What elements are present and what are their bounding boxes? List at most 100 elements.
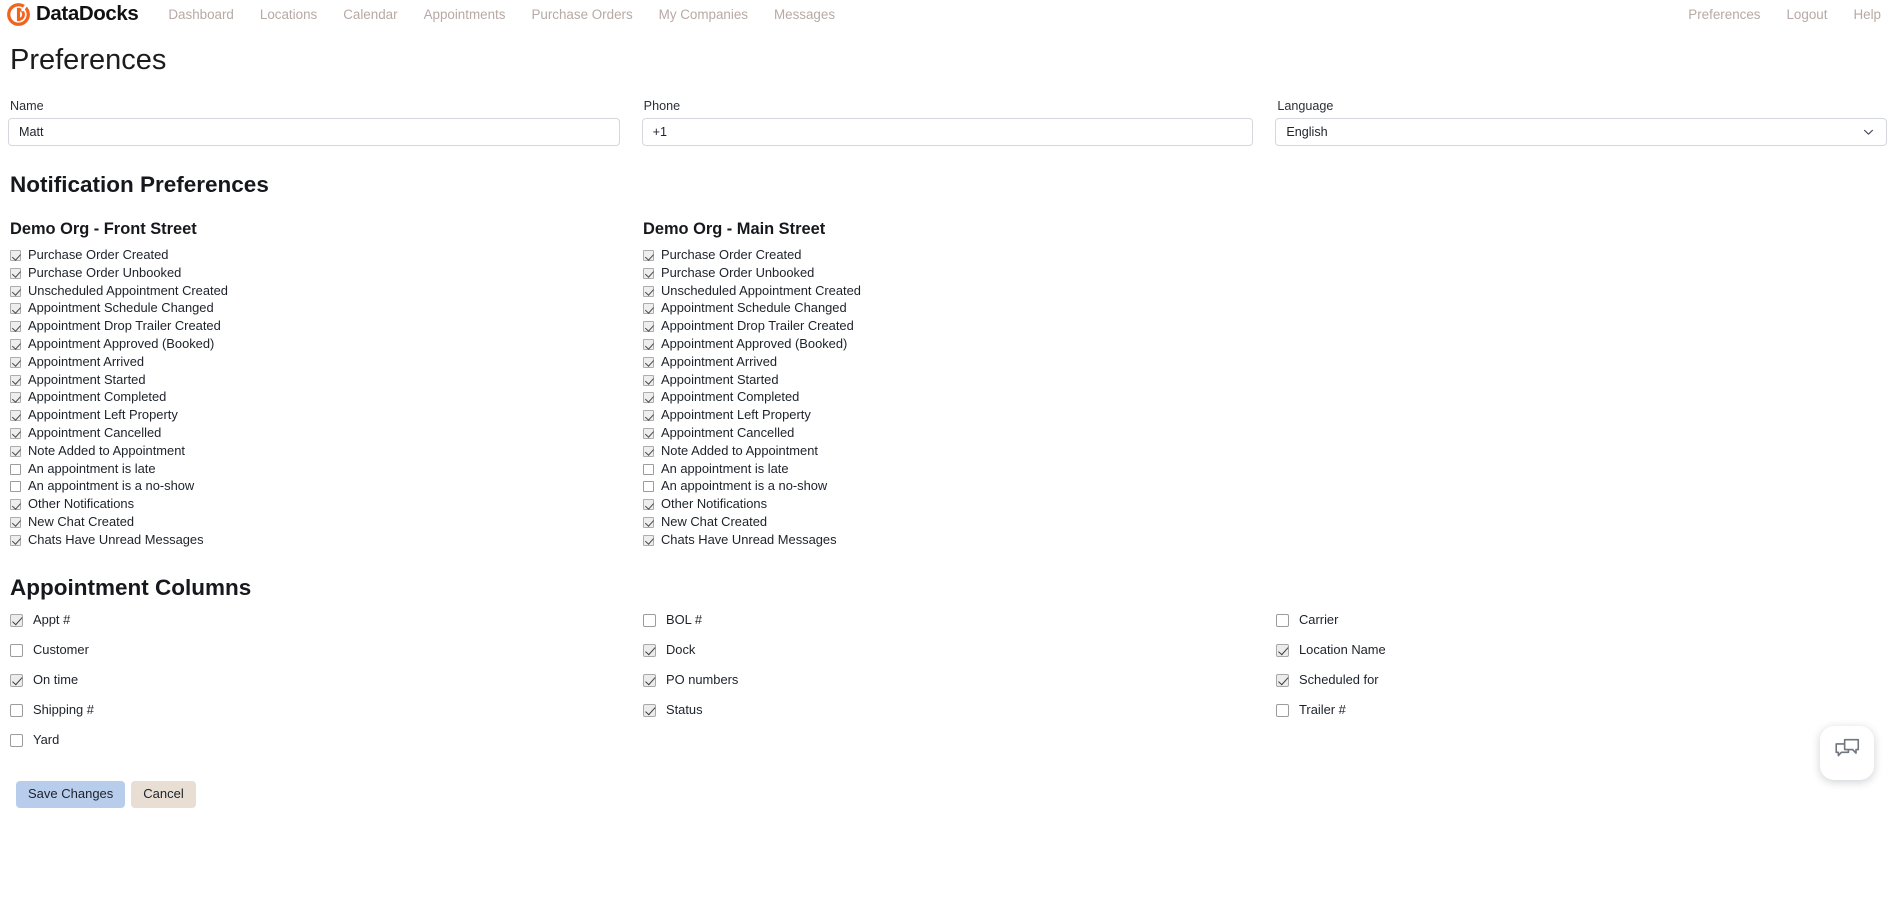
nav-item-logout[interactable]: Logout [1773, 0, 1840, 29]
checkbox-unchecked[interactable] [643, 613, 656, 627]
checkbox-checked[interactable] [1276, 673, 1289, 687]
notification-row[interactable]: Appointment Approved (Booked) [641, 336, 1274, 354]
notification-row[interactable]: Purchase Order Unbooked [8, 264, 641, 282]
appointment-column-row[interactable]: Yard [8, 725, 641, 755]
checkbox-checked[interactable] [10, 374, 21, 386]
checkbox-checked[interactable] [643, 250, 654, 262]
checkbox-checked[interactable] [643, 303, 654, 315]
checkbox-checked[interactable] [10, 613, 23, 627]
appointment-column-row[interactable]: BOL # [641, 605, 1274, 635]
checkbox-checked[interactable] [643, 356, 654, 368]
nav-item-appointments[interactable]: Appointments [411, 0, 519, 29]
appointment-column-row[interactable]: Trailer # [1274, 695, 1895, 725]
checkbox-checked[interactable] [643, 534, 654, 546]
notification-row[interactable]: An appointment is late [641, 460, 1274, 478]
appointment-column-row[interactable]: Shipping # [8, 695, 641, 725]
checkbox-checked[interactable] [10, 410, 21, 422]
notification-row[interactable]: Purchase Order Unbooked [641, 264, 1274, 282]
checkbox-checked[interactable] [643, 516, 654, 528]
notification-row[interactable]: An appointment is a no-show [8, 478, 641, 496]
chat-widget-button[interactable] [1820, 725, 1874, 780]
checkbox-checked[interactable] [643, 339, 654, 350]
notification-row[interactable]: Appointment Cancelled [8, 425, 641, 443]
notification-row[interactable]: Appointment Arrived [641, 353, 1274, 371]
checkbox-unchecked[interactable] [10, 643, 23, 657]
checkbox-checked[interactable] [643, 321, 654, 333]
notification-row[interactable]: An appointment is a no-show [641, 478, 1274, 496]
nav-item-calendar[interactable]: Calendar [330, 0, 410, 29]
nav-item-dashboard[interactable]: Dashboard [160, 0, 247, 29]
checkbox-checked[interactable] [10, 267, 21, 279]
checkbox-checked[interactable] [643, 285, 654, 297]
checkbox-checked[interactable] [10, 445, 21, 457]
appointment-column-row[interactable]: Customer [8, 635, 641, 665]
checkbox-unchecked[interactable] [643, 463, 654, 475]
notification-row[interactable]: Appointment Left Property [8, 407, 641, 425]
notification-row[interactable]: Unscheduled Appointment Created [8, 282, 641, 300]
appointment-column-row[interactable]: Location Name [1274, 635, 1895, 665]
notification-row[interactable]: Appointment Completed [641, 389, 1274, 407]
nav-item-locations[interactable]: Locations [247, 0, 330, 29]
checkbox-unchecked[interactable] [10, 463, 21, 475]
save-changes-button[interactable]: Save Changes [16, 781, 126, 808]
checkbox-checked[interactable] [643, 374, 654, 386]
notification-row[interactable]: Appointment Schedule Changed [8, 300, 641, 318]
nav-item-help[interactable]: Help [1840, 0, 1881, 29]
language-select[interactable] [1275, 117, 1888, 146]
appointment-column-row[interactable]: Dock [641, 635, 1274, 665]
checkbox-checked[interactable] [10, 427, 21, 439]
appointment-column-row[interactable]: PO numbers [641, 665, 1274, 695]
notification-row[interactable]: Appointment Arrived [8, 353, 641, 371]
notification-row[interactable]: Appointment Completed [8, 389, 641, 407]
checkbox-unchecked[interactable] [10, 481, 21, 493]
checkbox-checked[interactable] [10, 250, 21, 262]
nav-item-preferences[interactable]: Preferences [1675, 0, 1773, 29]
notification-row[interactable]: Purchase Order Created [8, 247, 641, 265]
checkbox-unchecked[interactable] [1276, 613, 1289, 627]
checkbox-checked[interactable] [643, 410, 654, 422]
notification-row[interactable]: Unscheduled Appointment Created [641, 282, 1274, 300]
appointment-column-row[interactable]: Status [641, 695, 1274, 725]
nav-item-messages[interactable]: Messages [761, 0, 848, 29]
appointment-column-row[interactable]: Scheduled for [1274, 665, 1895, 695]
checkbox-checked[interactable] [643, 499, 654, 511]
checkbox-checked[interactable] [10, 321, 21, 333]
checkbox-checked[interactable] [10, 392, 21, 404]
checkbox-checked[interactable] [10, 356, 21, 368]
notification-row[interactable]: Other Notifications [641, 496, 1274, 514]
notification-row[interactable]: Chats Have Unread Messages [641, 531, 1274, 549]
appointment-column-row[interactable]: Appt # [8, 605, 641, 635]
notification-row[interactable]: Appointment Cancelled [641, 425, 1274, 443]
checkbox-checked[interactable] [643, 703, 656, 717]
appointment-column-row[interactable]: Carrier [1274, 605, 1895, 635]
checkbox-checked[interactable] [10, 285, 21, 297]
checkbox-checked[interactable] [10, 303, 21, 315]
notification-row[interactable]: New Chat Created [641, 514, 1274, 532]
notification-row[interactable]: Appointment Started [641, 371, 1274, 389]
notification-row[interactable]: Note Added to Appointment [8, 442, 641, 460]
notification-row[interactable]: Appointment Left Property [641, 407, 1274, 425]
appointment-column-row[interactable]: On time [8, 665, 641, 695]
notification-row[interactable]: New Chat Created [8, 514, 641, 532]
checkbox-checked[interactable] [10, 499, 21, 511]
checkbox-checked[interactable] [643, 427, 654, 439]
notification-row[interactable]: Other Notifications [8, 496, 641, 514]
checkbox-checked[interactable] [643, 643, 656, 657]
checkbox-unchecked[interactable] [1276, 703, 1289, 717]
checkbox-checked[interactable] [1276, 643, 1289, 657]
checkbox-checked[interactable] [10, 516, 21, 528]
notification-row[interactable]: Chats Have Unread Messages [8, 531, 641, 549]
checkbox-checked[interactable] [10, 534, 21, 546]
notification-row[interactable]: Appointment Started [8, 371, 641, 389]
nav-item-my-companies[interactable]: My Companies [646, 0, 761, 29]
notification-row[interactable]: Appointment Approved (Booked) [8, 336, 641, 354]
phone-input[interactable] [641, 117, 1254, 146]
cancel-button[interactable]: Cancel [131, 781, 196, 808]
checkbox-checked[interactable] [643, 267, 654, 279]
brand-logo[interactable]: DataDocks [6, 2, 139, 27]
notification-row[interactable]: Appointment Schedule Changed [641, 300, 1274, 318]
checkbox-checked[interactable] [10, 339, 21, 350]
checkbox-checked[interactable] [10, 673, 23, 687]
checkbox-unchecked[interactable] [10, 733, 23, 747]
checkbox-checked[interactable] [643, 392, 654, 404]
